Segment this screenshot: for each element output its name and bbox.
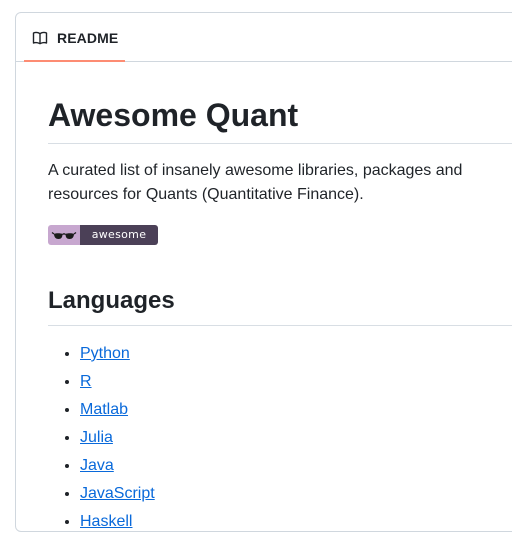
link-python[interactable]: Python — [80, 345, 130, 362]
languages-divider — [48, 325, 512, 326]
tab-readme[interactable]: README — [24, 13, 125, 62]
active-tab-indicator — [24, 60, 125, 62]
book-icon — [32, 31, 48, 45]
badge-label: awesome — [80, 225, 158, 245]
sunglasses-icon — [51, 232, 77, 239]
list-item: Haskell — [80, 508, 155, 536]
link-julia[interactable]: Julia — [80, 429, 113, 446]
list-item: Python — [80, 340, 155, 368]
languages-heading: Languages — [48, 287, 175, 314]
title-divider — [48, 143, 512, 144]
awesome-badge[interactable]: awesome — [48, 225, 158, 245]
link-haskell[interactable]: Haskell — [80, 513, 132, 530]
link-matlab[interactable]: Matlab — [80, 401, 128, 418]
readme-description: A curated list of insanely awesome libra… — [48, 162, 463, 203]
list-item: Java — [80, 452, 155, 480]
link-r[interactable]: R — [80, 373, 92, 390]
readme-panel: README Awesome Quant A curated list of i… — [15, 12, 512, 532]
link-java[interactable]: Java — [80, 457, 114, 474]
list-item: R — [80, 368, 155, 396]
list-item: Julia — [80, 424, 155, 452]
link-javascript[interactable]: JavaScript — [80, 485, 155, 502]
list-item: JavaScript — [80, 480, 155, 508]
badge-left-segment — [48, 225, 80, 245]
list-item: Matlab — [80, 396, 155, 424]
readme-title: Awesome Quant — [48, 97, 299, 133]
readme-tabbar: README — [16, 13, 512, 62]
tab-readme-label: README — [57, 30, 119, 46]
languages-list: Python R Matlab Julia Java JavaScript Ha… — [48, 340, 155, 536]
